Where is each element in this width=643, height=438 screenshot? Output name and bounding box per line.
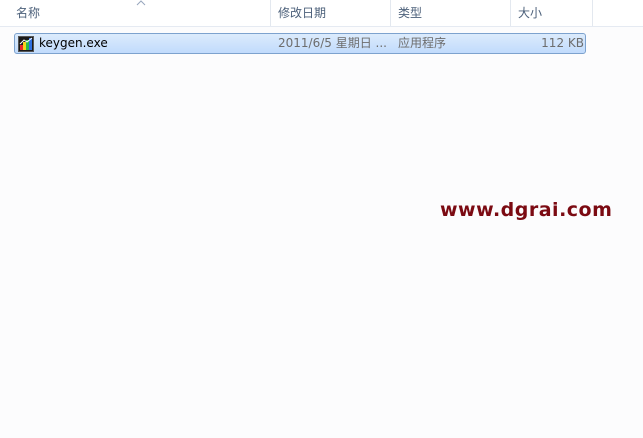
column-header-date-label: 修改日期 (278, 6, 327, 20)
file-type: 应用程序 (398, 36, 447, 50)
file-size: 112 KB (541, 36, 584, 50)
column-header-size[interactable]: 大小 (512, 0, 592, 26)
column-header-bar: 名称 修改日期 类型 大小 (0, 0, 643, 27)
column-divider[interactable] (592, 0, 593, 26)
file-explorer-view: 名称 修改日期 类型 大小 keygen.exe 2011/6/5 星期日 .. (0, 0, 643, 438)
column-header-type[interactable]: 类型 (392, 0, 510, 26)
file-row-selected[interactable]: keygen.exe 2011/6/5 星期日 ... 应用程序 112 KB (14, 33, 586, 54)
sort-up-arrow-icon (136, 0, 146, 6)
column-divider[interactable] (390, 0, 391, 26)
column-header-date-modified[interactable]: 修改日期 (272, 0, 390, 26)
watermark-text: www.dgrai.com (440, 199, 613, 221)
file-name: keygen.exe (39, 36, 108, 50)
exe-application-icon (18, 36, 34, 52)
column-divider[interactable] (510, 0, 511, 26)
column-header-name-label: 名称 (16, 6, 41, 20)
file-date-modified: 2011/6/5 星期日 ... (278, 36, 387, 50)
column-divider[interactable] (270, 0, 271, 26)
column-header-type-label: 类型 (398, 6, 423, 20)
column-header-size-label: 大小 (518, 6, 543, 20)
